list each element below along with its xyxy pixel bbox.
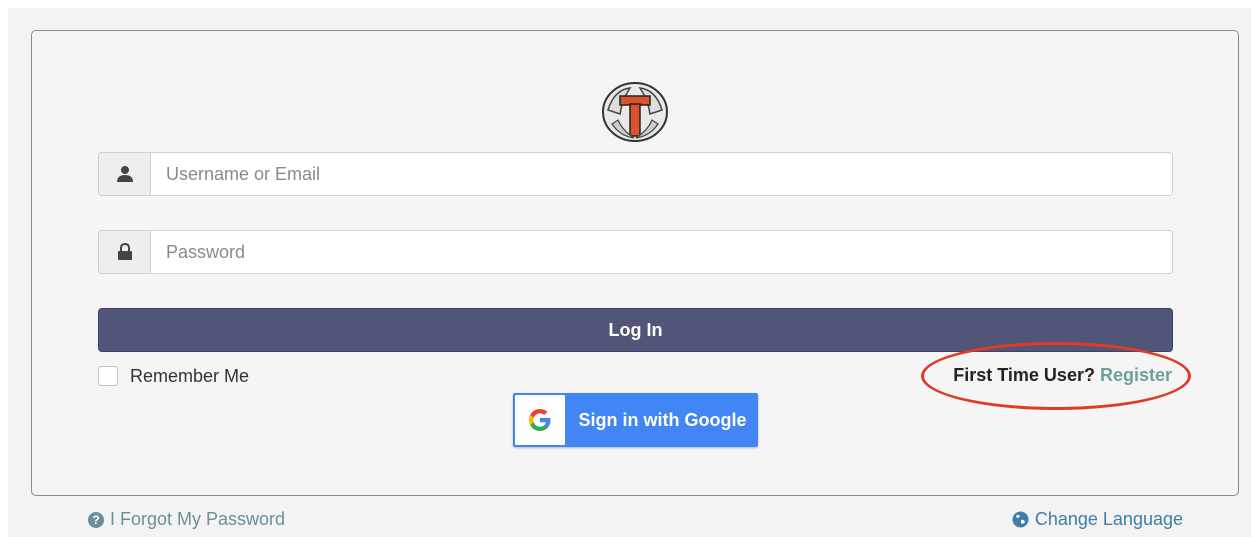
remember-label: Remember Me — [130, 365, 250, 386]
remember-checkbox[interactable] — [98, 366, 118, 386]
user-icon — [99, 153, 151, 195]
first-time-label: First Time User? — [953, 365, 1095, 385]
username-group — [98, 152, 1173, 196]
username-input[interactable] — [151, 153, 1172, 195]
forgot-password-label: I Forgot My Password — [110, 509, 286, 529]
forgot-password-link[interactable]: ? I Forgot My Password — [88, 509, 285, 530]
lock-icon — [99, 231, 151, 273]
login-button[interactable]: Log In — [98, 308, 1173, 352]
change-language-link[interactable]: Change Language — [1012, 509, 1183, 530]
google-signin-button[interactable]: Sign in with Google — [513, 393, 758, 447]
google-signin-label: Sign in with Google — [578, 409, 747, 430]
password-input[interactable] — [151, 231, 1172, 273]
globe-icon — [1012, 511, 1029, 528]
google-icon — [515, 395, 565, 445]
question-circle-icon: ? — [88, 511, 104, 528]
school-logo — [600, 80, 670, 144]
first-time-user: First Time User? Register — [953, 365, 1172, 386]
change-language-label: Change Language — [1034, 509, 1183, 529]
register-link[interactable]: Register — [1100, 365, 1172, 385]
password-group — [98, 230, 1173, 274]
remember-me[interactable]: Remember Me — [98, 364, 249, 388]
